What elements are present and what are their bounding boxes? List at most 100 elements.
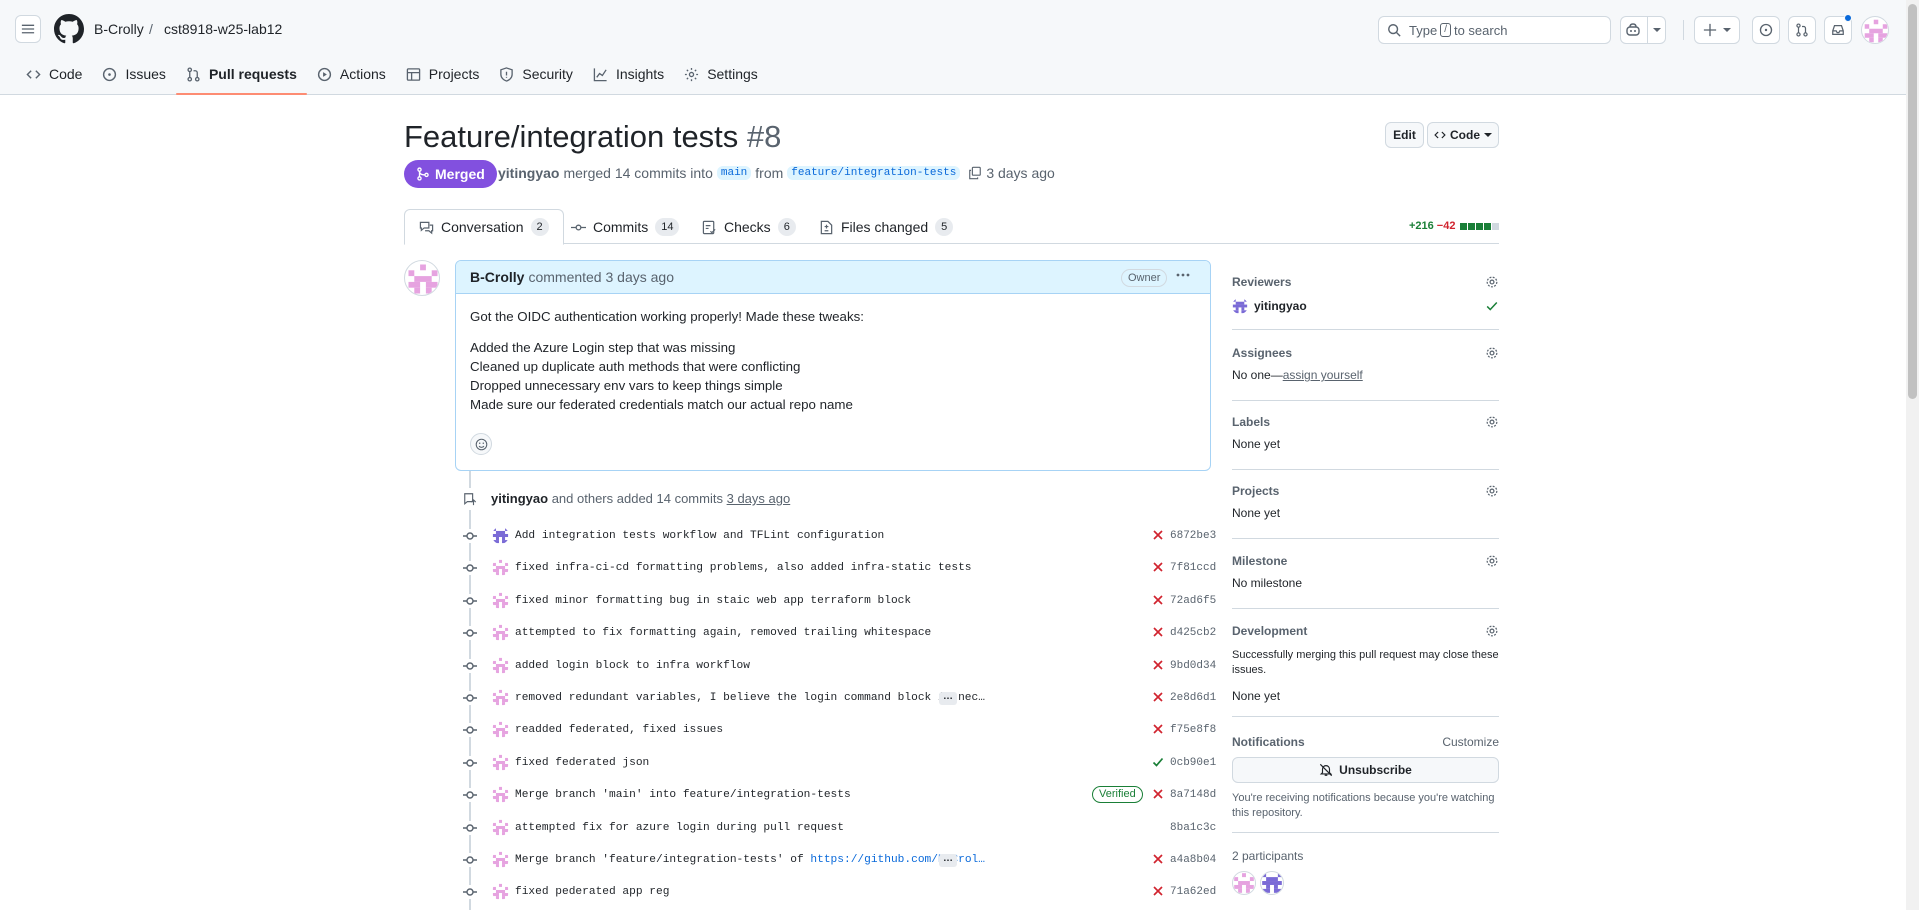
copilot-dropdown[interactable] [1647, 17, 1661, 43]
participant-avatar[interactable] [1260, 871, 1284, 895]
commit-message-text[interactable]: fixed pederated app reg [515, 886, 669, 898]
edit-button[interactable]: Edit [1385, 122, 1424, 148]
check-icon[interactable] [1152, 756, 1164, 768]
x-icon[interactable] [1152, 626, 1164, 638]
commit-message-link[interactable]: https://github.com/B-Crol… [810, 854, 985, 866]
commit-message[interactable]: fixed federated json [515, 757, 649, 769]
gear-icon[interactable] [1485, 415, 1499, 432]
tab-commits[interactable]: Commits 14 [557, 209, 693, 245]
scrollbar[interactable] [1906, 0, 1919, 910]
commit-author-avatar[interactable] [492, 689, 509, 706]
gear-icon[interactable] [1485, 554, 1499, 571]
commit-message-text[interactable]: added login block to infra workflow [515, 660, 750, 672]
repo-nav-projects[interactable]: Projects [396, 60, 490, 88]
commit-sha[interactable]: f75e8f8 [1170, 724, 1216, 736]
x-icon[interactable] [1152, 788, 1164, 800]
commit-message[interactable]: fixed minor formatting bug in staic web … [515, 595, 911, 607]
commit-message[interactable]: Add integration tests workflow and TFLin… [515, 530, 884, 542]
commit-message[interactable]: removed redundant variables, I believe t… [515, 692, 985, 704]
commit-author-avatar[interactable] [492, 883, 509, 900]
commit-author-avatar[interactable] [492, 721, 509, 738]
gear-icon[interactable] [1485, 484, 1499, 501]
x-icon[interactable] [1152, 659, 1164, 671]
commit-sha[interactable]: 7f81ccd [1170, 562, 1216, 574]
repo-nav-security[interactable]: Security [489, 60, 583, 88]
x-icon[interactable] [1152, 885, 1164, 897]
commit-message-text[interactable]: Merge branch 'feature/integration-tests'… [515, 854, 810, 866]
commit-message[interactable]: fixed infra-ci-cd formatting problems, a… [515, 562, 972, 574]
verified-badge[interactable]: Verified [1092, 786, 1143, 804]
code-button[interactable]: Code [1427, 122, 1499, 148]
commit-author-avatar[interactable] [492, 592, 509, 609]
commit-sha[interactable]: 8a7148d [1170, 789, 1216, 801]
customize-link[interactable]: Customize [1442, 735, 1499, 749]
tab-files-changed[interactable]: Files changed 5 [805, 209, 967, 245]
commit-message[interactable]: Merge branch 'feature/integration-tests'… [515, 854, 985, 866]
commit-author-avatar[interactable] [492, 754, 509, 771]
commit-message[interactable]: Merge branch 'main' into feature/integra… [515, 789, 851, 801]
pull-requests-button[interactable] [1788, 16, 1816, 44]
create-new-button[interactable] [1694, 16, 1740, 44]
issues-button[interactable] [1752, 16, 1780, 44]
copy-icon[interactable] [968, 166, 982, 180]
repo-nav-issues[interactable]: Issues [92, 60, 175, 88]
repo-nav-pull-requests[interactable]: Pull requests [175, 60, 307, 95]
commits-summary-time[interactable]: 3 days ago [727, 491, 791, 506]
commit-message-text[interactable]: fixed infra-ci-cd formatting problems, a… [515, 562, 972, 574]
commit-sha[interactable]: 9bd0d34 [1170, 660, 1216, 672]
commits-summary-author[interactable]: yitingyao [491, 491, 548, 506]
commit-sha[interactable]: d425cb2 [1170, 627, 1216, 639]
commit-message-text[interactable]: Add integration tests workflow and TFLin… [515, 530, 884, 542]
expand-commit-message-button[interactable]: … [939, 692, 957, 705]
x-icon[interactable] [1152, 723, 1164, 735]
commit-author-avatar[interactable] [492, 819, 509, 836]
commit-author-avatar[interactable] [492, 559, 509, 576]
commit-sha[interactable]: 2e8d6d1 [1170, 692, 1216, 704]
reviewer-name[interactable]: yitingyao [1254, 299, 1307, 313]
commit-message-text[interactable]: fixed federated json [515, 757, 649, 769]
commit-message-text[interactable]: attempted fix for azure login during pul… [515, 822, 844, 834]
tab-conversation[interactable]: Conversation 2 [404, 209, 564, 245]
commit-author-avatar[interactable] [492, 786, 509, 803]
participant-avatar[interactable] [1232, 871, 1256, 895]
commit-message[interactable]: attempted to fix formatting again, remov… [515, 627, 931, 639]
comment-author[interactable]: B-Crolly [470, 269, 524, 285]
x-icon[interactable] [1152, 594, 1164, 606]
repo-nav-actions[interactable]: Actions [307, 60, 396, 88]
repo-nav-insights[interactable]: Insights [583, 60, 674, 88]
x-icon[interactable] [1152, 529, 1164, 541]
commit-sha[interactable]: 71a62ed [1170, 886, 1216, 898]
expand-commit-message-button[interactable]: … [939, 854, 957, 867]
commit-sha[interactable]: a4a8b04 [1170, 854, 1216, 866]
repo-nav-code[interactable]: Code [16, 60, 92, 88]
add-reaction-button[interactable] [470, 433, 492, 455]
gear-icon[interactable] [1485, 624, 1499, 641]
commit-sha[interactable]: 6872be3 [1170, 530, 1216, 542]
pr-author[interactable]: yitingyao [498, 165, 559, 181]
commit-message-text[interactable]: readded federated, fixed issues [515, 724, 723, 736]
comment-author-avatar[interactable] [404, 260, 440, 296]
search-input[interactable]: Type / to search [1378, 16, 1611, 44]
gear-icon[interactable] [1485, 346, 1499, 363]
kebab-horizontal-icon[interactable] [1175, 267, 1191, 286]
x-icon[interactable] [1152, 853, 1164, 865]
gear-icon[interactable] [1485, 275, 1499, 292]
reviewer-avatar[interactable] [1232, 298, 1248, 314]
github-logo-icon[interactable] [54, 14, 84, 44]
commit-message[interactable]: readded federated, fixed issues [515, 724, 723, 736]
x-icon[interactable] [1152, 691, 1164, 703]
commit-message-text[interactable]: attempted to fix formatting again, remov… [515, 627, 931, 639]
assign-yourself-link[interactable]: assign yourself [1283, 368, 1363, 382]
tab-checks[interactable]: Checks 6 [688, 209, 810, 245]
unsubscribe-button[interactable]: Unsubscribe [1232, 757, 1499, 783]
commit-sha[interactable]: 72ad6f5 [1170, 595, 1216, 607]
scrollbar-thumb[interactable] [1908, 4, 1917, 399]
commit-sha[interactable]: 0cb90e1 [1170, 757, 1216, 769]
commit-author-avatar[interactable] [492, 527, 509, 544]
commit-message[interactable]: attempted fix for azure login during pul… [515, 822, 844, 834]
head-branch[interactable]: feature/integration-tests [787, 166, 961, 180]
menu-icon[interactable] [15, 15, 41, 43]
user-avatar[interactable] [1861, 16, 1889, 44]
commit-message-text[interactable]: fixed minor formatting bug in staic web … [515, 595, 911, 607]
x-icon[interactable] [1152, 561, 1164, 573]
